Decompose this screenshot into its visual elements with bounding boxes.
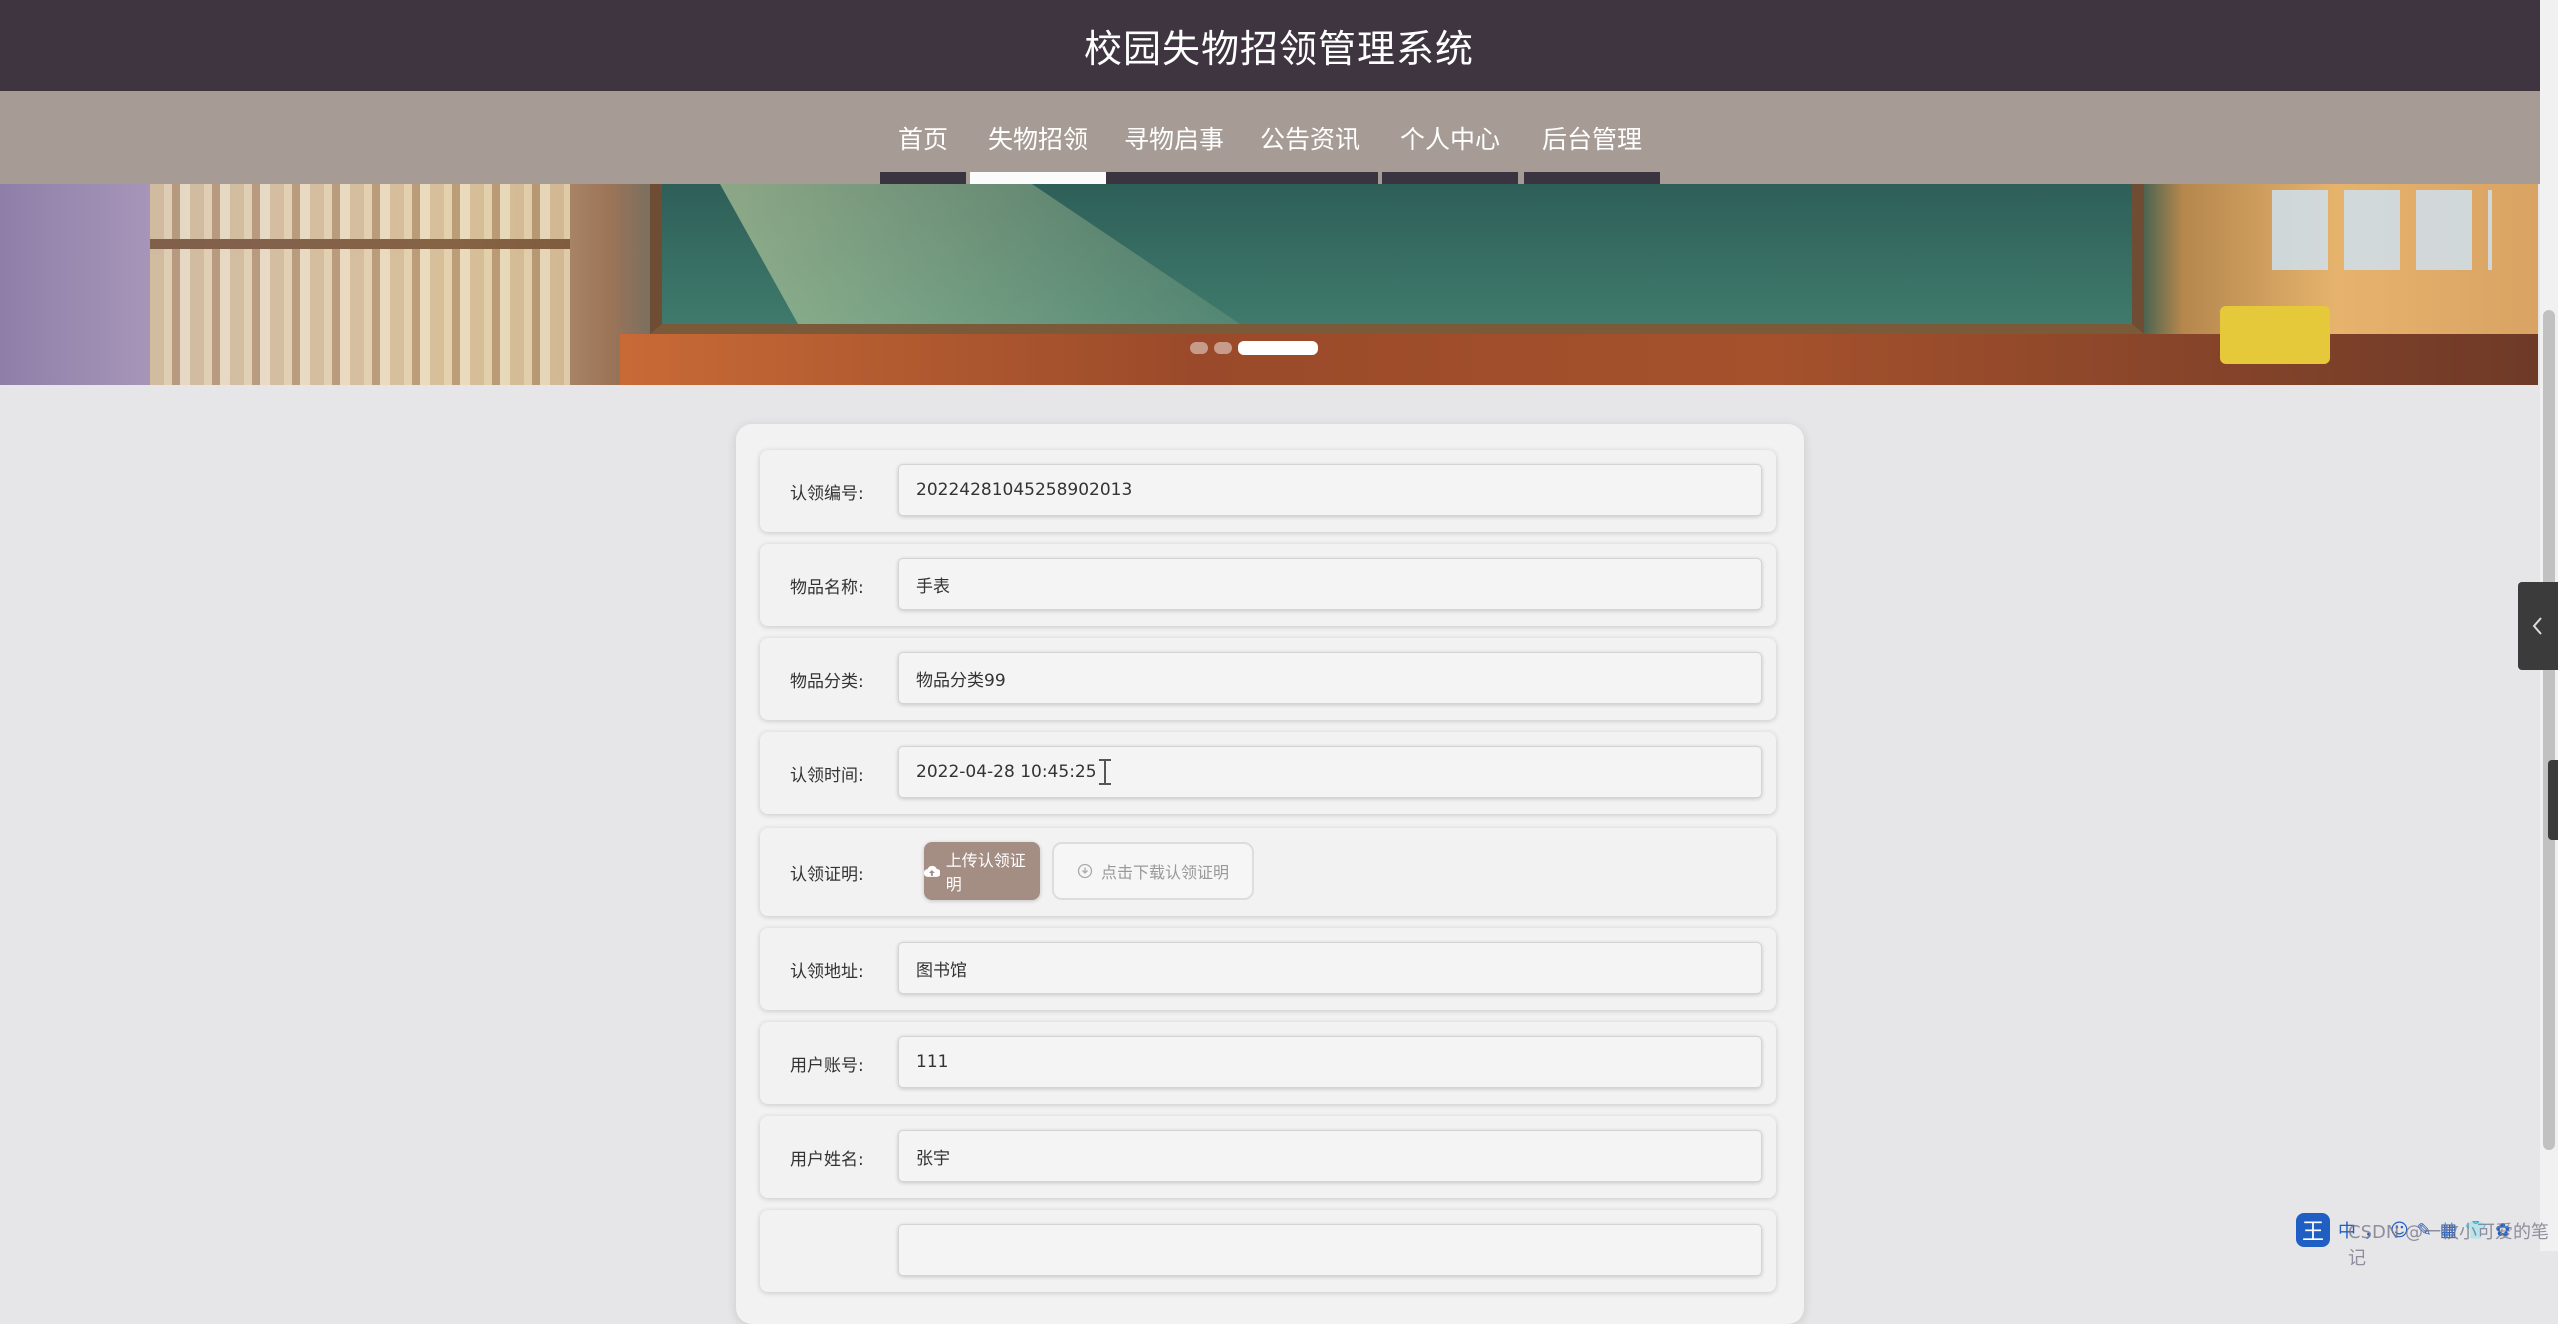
banner-yellow-box xyxy=(2220,306,2330,364)
chevron-left-icon xyxy=(2532,617,2542,635)
main-nav: 首页 失物招领 寻物启事 公告资讯 个人中心 后台管理 xyxy=(0,91,2558,184)
form-row-next xyxy=(760,1210,1776,1292)
form-row-claim-proof: 认领证明: 上传认领证明 点击下载认领证明 xyxy=(760,828,1776,916)
download-proof-label: 点击下载认领证明 xyxy=(1100,863,1229,882)
side-handle[interactable] xyxy=(2548,760,2558,840)
carousel-indicators xyxy=(1190,341,1318,355)
form-row-user-account: 用户账号: 111 xyxy=(760,1022,1776,1104)
form-row-claim-address: 认领地址: 图书馆 xyxy=(760,928,1776,1010)
form-row-claim-no: 认领编号: 20224281045258902013 xyxy=(760,450,1776,532)
upload-proof-button[interactable]: 上传认领证明 xyxy=(924,842,1040,900)
claim-proof-label: 认领证明: xyxy=(790,864,864,885)
site-title-bar: 校园失物招领管理系统 xyxy=(0,0,2558,91)
upload-proof-label: 上传认领证明 xyxy=(945,851,1026,894)
form-row-user-name: 用户姓名: 张宇 xyxy=(760,1116,1776,1198)
nav-item-admin[interactable]: 后台管理 xyxy=(1524,91,1660,184)
nav-item-lost-found[interactable]: 失物招领 xyxy=(970,91,1106,184)
nav-item-home[interactable]: 首页 xyxy=(880,91,966,184)
item-name-field[interactable]: 手表 xyxy=(898,558,1762,610)
user-account-label: 用户账号: xyxy=(790,1055,864,1076)
form-row-item-name: 物品名称: 手表 xyxy=(760,544,1776,626)
claim-address-field[interactable]: 图书馆 xyxy=(898,942,1762,994)
item-category-label: 物品分类: xyxy=(790,671,864,692)
banner-bookshelf xyxy=(150,184,570,385)
page-scrollbar-thumb[interactable] xyxy=(2543,310,2555,1150)
banner-carousel[interactable] xyxy=(0,184,2538,385)
side-panel-toggle[interactable] xyxy=(2518,582,2558,670)
nav-item-news[interactable]: 公告资讯 xyxy=(1242,91,1378,184)
item-name-label: 物品名称: xyxy=(790,577,864,598)
form-row-item-category: 物品分类: 物品分类99 xyxy=(760,638,1776,720)
download-circle-icon xyxy=(1077,863,1093,879)
claim-detail-card: 认领编号: 20224281045258902013 物品名称: 手表 物品分类… xyxy=(736,424,1804,1324)
claim-time-label: 认领时间: xyxy=(790,765,864,786)
text-cursor-icon xyxy=(1099,759,1111,785)
next-field[interactable] xyxy=(898,1224,1762,1276)
download-proof-button[interactable]: 点击下载认领证明 xyxy=(1052,842,1254,900)
nav-item-profile[interactable]: 个人中心 xyxy=(1382,91,1518,184)
carousel-dot[interactable] xyxy=(1214,342,1232,354)
nav-item-lost-notice[interactable]: 寻物启事 xyxy=(1106,91,1242,184)
claim-no-field[interactable]: 20224281045258902013 xyxy=(898,464,1762,516)
user-account-field[interactable]: 111 xyxy=(898,1036,1762,1088)
user-name-label: 用户姓名: xyxy=(790,1149,864,1170)
claim-time-field[interactable]: 2022-04-28 10:45:25 xyxy=(898,746,1762,798)
claim-no-label: 认领编号: xyxy=(790,483,864,504)
banner-posters xyxy=(2272,190,2492,270)
form-row-claim-time: 认领时间: 2022-04-28 10:45:25 xyxy=(760,732,1776,814)
claim-time-value: 2022-04-28 10:45:25 xyxy=(916,762,1097,782)
site-title: 校园失物招领管理系统 xyxy=(1083,27,1474,71)
user-name-field[interactable]: 张宇 xyxy=(898,1130,1762,1182)
carousel-dot[interactable] xyxy=(1190,342,1208,354)
csdn-watermark: CSDN @一枚小可爱的笔记 xyxy=(2348,1222,2550,1269)
claim-address-label: 认领地址: xyxy=(790,961,864,982)
item-category-field[interactable]: 物品分类99 xyxy=(898,652,1762,704)
ime-logo-icon[interactable]: 王 xyxy=(2296,1213,2330,1247)
carousel-dot-active[interactable] xyxy=(1238,341,1318,355)
cloud-upload-icon xyxy=(924,865,940,877)
